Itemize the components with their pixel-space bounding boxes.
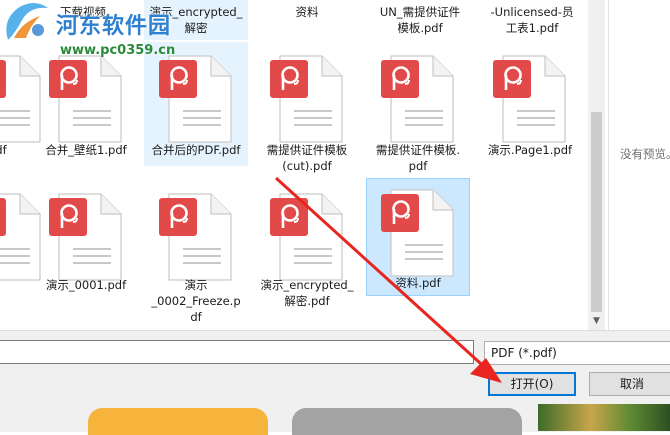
file-item-r2-2[interactable]: 演示_encrypted_ 解密.pdf	[255, 180, 359, 320]
file-label: 演示_0001.pdf	[45, 278, 127, 292]
file-label: (cut).pdf	[282, 159, 332, 173]
pdf-file-icon	[159, 192, 233, 282]
file-type-value: PDF (*.pdf)	[491, 346, 557, 360]
scroll-down-arrow-icon[interactable]: ▼	[588, 313, 605, 330]
file-label: df	[190, 310, 202, 324]
file-item-top-4[interactable]: -Unlicensed-员 工表1.pdf	[480, 0, 584, 40]
background-photo	[538, 404, 670, 431]
cancel-button[interactable]: 取消	[589, 372, 670, 396]
file-label: 合并后的PDF.pdf	[151, 143, 241, 157]
file-name-input[interactable]	[0, 340, 474, 364]
pdf-file-icon	[493, 54, 567, 144]
file-label: 解密.pdf	[284, 294, 330, 308]
file-label: 演示_encrypted_	[260, 278, 354, 292]
file-label: 演示.Page1.pdf	[487, 143, 573, 157]
pdf-file-icon	[270, 54, 344, 144]
file-item-r1-0[interactable]: pdf	[0, 42, 42, 172]
file-item-r2-3-selected[interactable]: 资料.pdf	[366, 178, 470, 298]
file-label: 资料.pdf	[395, 276, 441, 290]
file-label: -Unlicensed-员	[490, 5, 574, 19]
preview-pane	[608, 0, 670, 330]
file-label: pdf	[408, 159, 428, 173]
file-item-top-2[interactable]: 资料	[255, 0, 359, 40]
file-label: 工表1.pdf	[505, 21, 559, 35]
file-item-r1-5[interactable]: 演示.Page1.pdf	[478, 42, 582, 172]
file-label: 演示	[184, 278, 208, 292]
file-type-select[interactable]: PDF (*.pdf)	[484, 341, 670, 365]
preview-empty-text: 没有预览。	[620, 147, 670, 161]
file-item-r1-2[interactable]: 合并后的PDF.pdf	[144, 42, 248, 172]
watermark-title: 河东软件园	[56, 14, 172, 39]
file-item-r2-0[interactable]: 演示_0001.pdf	[34, 180, 138, 320]
pdf-file-icon	[381, 188, 455, 278]
pdf-file-icon	[270, 192, 344, 282]
pdf-file-icon	[159, 54, 233, 144]
pdf-file-icon	[49, 54, 123, 144]
file-label: 合并_壁纸1.pdf	[45, 143, 127, 157]
pdf-file-icon	[381, 54, 455, 144]
file-label: 需提供证件模板.	[375, 143, 461, 157]
file-item-r2-partial[interactable]	[0, 180, 42, 320]
watermark-url: www.pc0359.cn	[60, 43, 176, 58]
file-label: 需提供证件模板	[266, 143, 348, 157]
file-item-r1-4[interactable]: 需提供证件模板. pdf	[366, 42, 470, 173]
file-item-r1-1[interactable]: 合并_壁纸1.pdf	[34, 42, 138, 172]
file-label: _0002_Freeze.p	[151, 294, 241, 308]
file-label: 模板.pdf	[397, 21, 443, 35]
open-button[interactable]: 打开(O)	[488, 372, 576, 396]
file-item-r1-3[interactable]: 需提供证件模板 (cut).pdf	[255, 42, 359, 173]
pdf-file-icon	[49, 192, 123, 282]
file-item-r2-1[interactable]: 演示 _0002_Freeze.p df	[144, 180, 248, 324]
file-item-top-3[interactable]: UN_需提供证件 模板.pdf	[368, 0, 472, 40]
scrollbar-thumb[interactable]	[591, 112, 602, 312]
file-label: pdf	[0, 143, 7, 157]
file-label: UN_需提供证件	[379, 5, 461, 19]
watermark-logo-icon	[6, 3, 48, 40]
file-label: 资料	[295, 5, 319, 19]
